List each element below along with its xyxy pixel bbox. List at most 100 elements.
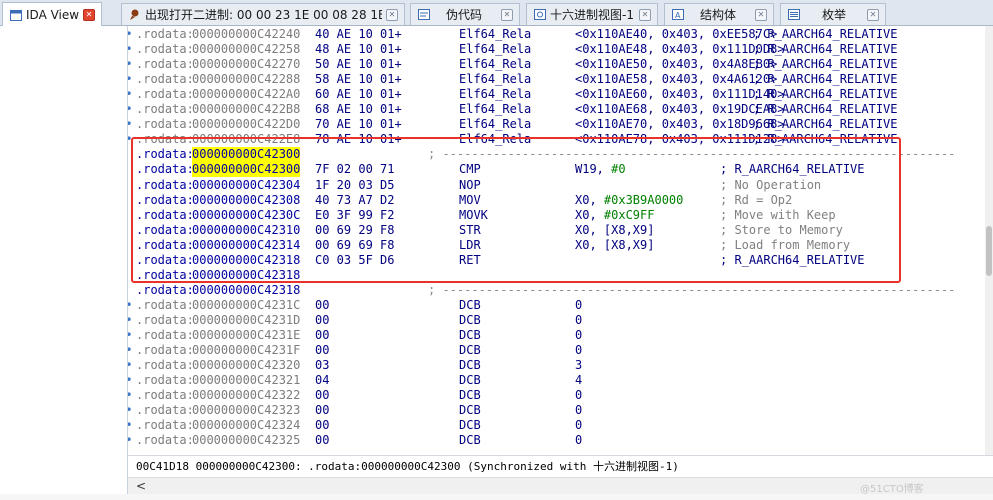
- listing-row[interactable]: •.rodata:000000000C42323 00 DCB 0: [128, 403, 985, 418]
- breakpoint-dot-icon[interactable]: •: [128, 373, 134, 388]
- opcode-bytes: 00: [315, 343, 330, 358]
- breakpoint-dot-icon[interactable]: •: [128, 117, 134, 132]
- listing-row[interactable]: •.rodata:000000000C42325 00 DCB 0: [128, 433, 985, 448]
- listing-row[interactable]: •.rodata:000000000C42288 58 AE 10 01+ Elf6…: [128, 72, 985, 87]
- listing-row[interactable]: •.rodata:000000000C4231D 00 DCB 0: [128, 313, 985, 328]
- listing-row[interactable]: .rodata: 000000000C42318: [128, 268, 985, 283]
- address: 000000000C42308: [192, 192, 301, 207]
- close-icon[interactable]: ✕: [83, 9, 95, 21]
- operands[interactable]: 0: [575, 388, 582, 403]
- operands[interactable]: X0, [X8,X9]: [575, 223, 654, 238]
- opcode-bytes: 00: [315, 418, 330, 433]
- breakpoint-dot-icon[interactable]: •: [128, 132, 134, 147]
- address: 000000000C42314: [192, 237, 301, 252]
- breakpoint-dot-icon[interactable]: •: [128, 57, 134, 72]
- breakpoint-dot-icon[interactable]: •: [128, 87, 134, 102]
- breakpoint-dot-icon[interactable]: •: [128, 42, 134, 57]
- listing-row[interactable]: •.rodata:000000000C422D0 70 AE 10 01+ Elf6…: [128, 117, 985, 132]
- close-icon[interactable]: ✕: [386, 8, 398, 21]
- listing-row[interactable]: •.rodata:000000000C422A0 60 AE 10 01+ Elf6…: [128, 87, 985, 102]
- close-icon[interactable]: ✕: [867, 8, 879, 21]
- scroll-left-arrow-icon[interactable]: <: [136, 479, 146, 493]
- close-icon[interactable]: ✕: [755, 8, 767, 21]
- segment-name: .rodata:: [136, 237, 194, 252]
- structures-icon: A: [671, 9, 684, 21]
- listing-row[interactable]: •.rodata:000000000C42320 03 DCB 3: [128, 358, 985, 373]
- listing-row[interactable]: •.rodata:000000000C4231E 00 DCB 0: [128, 328, 985, 343]
- disassembly-listing[interactable]: •.rodata:000000000C4224040 AE 10 01+Elf6…: [128, 26, 985, 455]
- mnemonic: Elf64_Rela: [459, 27, 532, 41]
- operands[interactable]: 0: [575, 343, 582, 358]
- operands[interactable]: W19, #0: [575, 162, 626, 177]
- operands[interactable]: 0: [575, 328, 582, 343]
- close-icon[interactable]: ✕: [639, 8, 651, 21]
- listing-row[interactable]: .rodata: 000000000C42300 ; ---------------…: [128, 147, 985, 163]
- listing-row[interactable]: •.rodata:000000000C42324 00 DCB 0: [128, 418, 985, 433]
- listing-row[interactable]: .rodata: 000000000C42318 C0 03 5F D6 RET ; R…: [128, 253, 985, 268]
- operands[interactable]: X0, #0x3B9A0000: [575, 193, 683, 208]
- tab-hex-view-1[interactable]: 十六进制视图-1 ✕: [526, 3, 658, 25]
- mnemonic: Elf64_Rela: [459, 72, 532, 87]
- breakpoint-dot-icon[interactable]: •: [128, 418, 134, 433]
- operands[interactable]: 0: [575, 313, 582, 328]
- vertical-scrollbar[interactable]: [985, 26, 993, 455]
- breakpoint-dot-icon[interactable]: •: [128, 72, 134, 87]
- operands[interactable]: X0, #0xC9FF: [575, 208, 654, 223]
- breakpoint-dot-icon[interactable]: •: [128, 433, 134, 448]
- arrows-pane: [0, 26, 128, 500]
- opcode-bytes: 04: [315, 373, 330, 388]
- tab-ida-view-a[interactable]: IDA View-A ✕: [2, 2, 102, 27]
- listing-row[interactable]: •.rodata:000000000C4231C 00 DCB 0: [128, 298, 985, 313]
- operands[interactable]: 4: [575, 373, 582, 388]
- listing-row[interactable]: .rodata: 000000000C4230C E0 3F 99 F2 MOVK X0…: [128, 208, 985, 223]
- operands[interactable]: <0x110AE58, 0x403, 0x4A6120>: [575, 72, 777, 87]
- tab-structures[interactable]: A 结构体 ✕: [664, 3, 774, 25]
- listing-row[interactable]: .rodata: 000000000C42318 ; ---------------…: [128, 283, 985, 298]
- mnemonic: DCB: [459, 433, 481, 448]
- scrollbar-thumb[interactable]: [986, 226, 992, 276]
- breakpoint-dot-icon[interactable]: •: [128, 298, 134, 313]
- operands[interactable]: 0: [575, 298, 582, 313]
- listing-row[interactable]: .rodata: 000000000C42300 7F 02 00 71 CMP W19…: [128, 162, 985, 178]
- breakpoint-dot-icon[interactable]: •: [128, 313, 134, 328]
- operands[interactable]: <0x110AE40, 0x403, 0xEE587C>: [575, 27, 777, 42]
- listing-row[interactable]: •.rodata:000000000C42258 48 AE 10 01+ Elf6…: [128, 42, 985, 57]
- breakpoint-dot-icon[interactable]: •: [128, 403, 134, 418]
- opcode-bytes: 58 AE 10 01+: [315, 72, 402, 87]
- listing-row[interactable]: .rodata: 000000000C42310 00 69 29 F8 STR X0,…: [128, 223, 985, 238]
- breakpoint-dot-icon[interactable]: •: [128, 343, 134, 358]
- listing-row[interactable]: .rodata: 000000000C42314 00 69 69 F8 LDR X0,…: [128, 238, 985, 253]
- listing-row[interactable]: •.rodata:000000000C422E8 78 AE 10 01+ Elf6…: [128, 132, 985, 147]
- tab-hex-jump[interactable]: 出现打开二进制: 00 00 23 1E 00 08 28 1E ✕: [121, 3, 405, 25]
- mnemonic: DCB: [459, 343, 481, 358]
- operands[interactable]: 0: [575, 403, 582, 418]
- listing-row[interactable]: •.rodata:000000000C42322 00 DCB 0: [128, 388, 985, 403]
- segment-name: .rodata:: [136, 87, 194, 102]
- listing-row[interactable]: .rodata: 000000000C42308 40 73 A7 D2 MOV X0,…: [128, 193, 985, 208]
- listing-row[interactable]: .rodata: 000000000C42304 1F 20 03 D5 NOP ; N…: [128, 178, 985, 193]
- tab-pseudocode[interactable]: 伪代码 ✕: [410, 3, 520, 25]
- listing-row[interactable]: •.rodata:000000000C4231F 00 DCB 0: [128, 343, 985, 358]
- breakpoint-dot-icon[interactable]: •: [128, 388, 134, 403]
- segment-name: .rodata:: [136, 102, 194, 117]
- operands[interactable]: <0x110AE50, 0x403, 0x4A8EB0>: [575, 57, 777, 72]
- listing-row[interactable]: •.rodata:000000000C42321 04 DCB 4: [128, 373, 985, 388]
- breakpoint-dot-icon[interactable]: •: [128, 102, 134, 117]
- breakpoint-dot-icon[interactable]: •: [128, 27, 134, 42]
- breakpoint-dot-icon[interactable]: •: [128, 358, 134, 373]
- close-icon[interactable]: ✕: [501, 8, 513, 21]
- address: 000000000C42258: [192, 42, 301, 57]
- operands[interactable]: 0: [575, 418, 582, 433]
- address: 000000000C4231E: [192, 328, 301, 342]
- opcode-bytes: 68 AE 10 01+: [315, 102, 402, 117]
- listing-row[interactable]: •.rodata:000000000C42240 40 AE 10 01+ Elf6…: [128, 27, 985, 42]
- operands[interactable]: X0, [X8,X9]: [575, 238, 654, 253]
- operands[interactable]: 3: [575, 358, 582, 373]
- listing-row[interactable]: •.rodata:000000000C422B8 68 AE 10 01+ Elf6…: [128, 102, 985, 117]
- breakpoint-dot-icon[interactable]: •: [128, 328, 134, 343]
- segment-name: .rodata:: [136, 72, 194, 87]
- tab-enums[interactable]: 枚举 ✕: [780, 3, 886, 25]
- operands[interactable]: 0: [575, 433, 582, 448]
- tab-label: 十六进制视图-1: [550, 8, 634, 22]
- listing-row[interactable]: •.rodata:000000000C42270 50 AE 10 01+ Elf6…: [128, 57, 985, 72]
